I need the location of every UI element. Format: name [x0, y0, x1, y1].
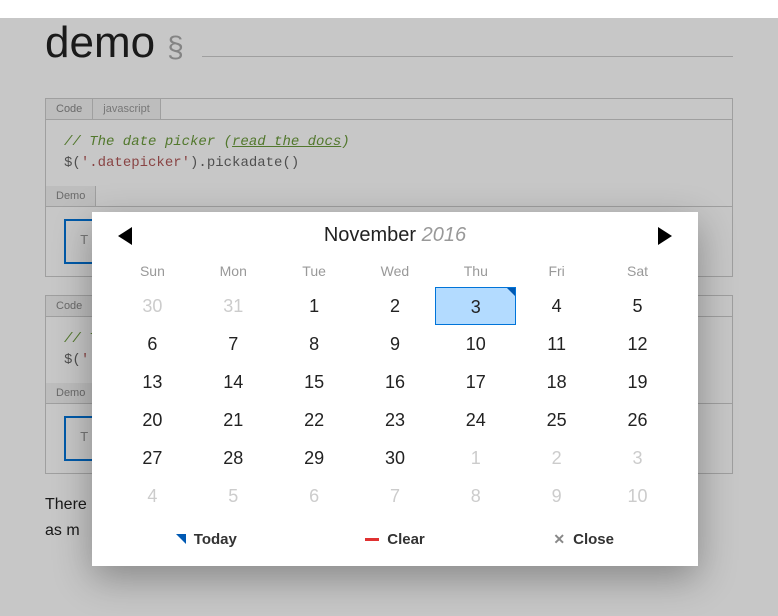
weekday-fri: Fri [516, 255, 597, 287]
year-label: 2016 [422, 224, 467, 246]
day-outside[interactable]: 8 [435, 477, 516, 515]
day-cell[interactable]: 5 [597, 287, 678, 325]
day-outside[interactable]: 5 [193, 477, 274, 515]
day-cell[interactable]: 10 [435, 325, 516, 363]
day-cell[interactable]: 12 [597, 325, 678, 363]
weekday-mon: Mon [193, 255, 274, 287]
day-outside[interactable]: 3 [597, 439, 678, 477]
month-label: November [324, 224, 416, 246]
calendar-week-row: 27282930123 [112, 439, 678, 477]
close-icon: ✕ [553, 531, 565, 548]
day-outside[interactable]: 31 [193, 287, 274, 325]
day-cell[interactable]: 11 [516, 325, 597, 363]
day-outside[interactable]: 1 [435, 439, 516, 477]
day-cell[interactable]: 19 [597, 363, 678, 401]
datepicker-header: November 2016 [112, 224, 678, 255]
day-outside[interactable]: 9 [516, 477, 597, 515]
calendar-week-row: 20212223242526 [112, 401, 678, 439]
month-year-label: November 2016 [324, 224, 466, 247]
day-cell[interactable]: 1 [274, 287, 355, 325]
today-button[interactable]: Today [112, 531, 301, 548]
day-cell[interactable]: 15 [274, 363, 355, 401]
day-cell[interactable]: 4 [516, 287, 597, 325]
weekday-tue: Tue [274, 255, 355, 287]
weekday-sun: Sun [112, 255, 193, 287]
day-cell[interactable]: 25 [516, 401, 597, 439]
calendar-week-row: 303112345 [112, 287, 678, 325]
day-cell[interactable]: 2 [355, 287, 436, 325]
day-cell[interactable]: 28 [193, 439, 274, 477]
calendar-week-row: 6789101112 [112, 325, 678, 363]
day-outside[interactable]: 7 [355, 477, 436, 515]
datepicker-popup: November 2016 Sun Mon Tue Wed Thu Fri Sa… [92, 212, 698, 566]
calendar-grid: Sun Mon Tue Wed Thu Fri Sat 303112345678… [112, 255, 678, 515]
day-cell[interactable]: 7 [193, 325, 274, 363]
clear-button[interactable]: Clear [301, 531, 490, 548]
day-outside[interactable]: 10 [597, 477, 678, 515]
today-label: Today [194, 531, 237, 548]
today-icon [176, 534, 186, 544]
prev-month-button[interactable] [118, 227, 132, 245]
datepicker-footer: Today Clear ✕ Close [112, 531, 678, 548]
clear-label: Clear [387, 531, 425, 548]
calendar-week-row: 13141516171819 [112, 363, 678, 401]
day-outside[interactable]: 2 [516, 439, 597, 477]
clear-icon [365, 538, 379, 541]
weekday-thu: Thu [435, 255, 516, 287]
weekday-sat: Sat [597, 255, 678, 287]
day-outside[interactable]: 6 [274, 477, 355, 515]
day-outside[interactable]: 4 [112, 477, 193, 515]
day-cell[interactable]: 14 [193, 363, 274, 401]
close-button[interactable]: ✕ Close [489, 531, 678, 548]
calendar-week-row: 45678910 [112, 477, 678, 515]
next-month-button[interactable] [658, 227, 672, 245]
day-cell[interactable]: 20 [112, 401, 193, 439]
day-cell[interactable]: 16 [355, 363, 436, 401]
day-cell[interactable]: 23 [355, 401, 436, 439]
day-cell[interactable]: 13 [112, 363, 193, 401]
weekday-row: Sun Mon Tue Wed Thu Fri Sat [112, 255, 678, 287]
day-cell[interactable]: 6 [112, 325, 193, 363]
day-cell[interactable]: 29 [274, 439, 355, 477]
close-label: Close [573, 531, 614, 548]
day-cell[interactable]: 22 [274, 401, 355, 439]
day-cell[interactable]: 21 [193, 401, 274, 439]
day-selected[interactable]: 3 [435, 287, 516, 325]
day-cell[interactable]: 27 [112, 439, 193, 477]
day-cell[interactable]: 8 [274, 325, 355, 363]
weekday-wed: Wed [355, 255, 436, 287]
day-cell[interactable]: 26 [597, 401, 678, 439]
day-cell[interactable]: 9 [355, 325, 436, 363]
day-cell[interactable]: 17 [435, 363, 516, 401]
day-cell[interactable]: 24 [435, 401, 516, 439]
day-outside[interactable]: 30 [112, 287, 193, 325]
day-cell[interactable]: 18 [516, 363, 597, 401]
day-cell[interactable]: 30 [355, 439, 436, 477]
